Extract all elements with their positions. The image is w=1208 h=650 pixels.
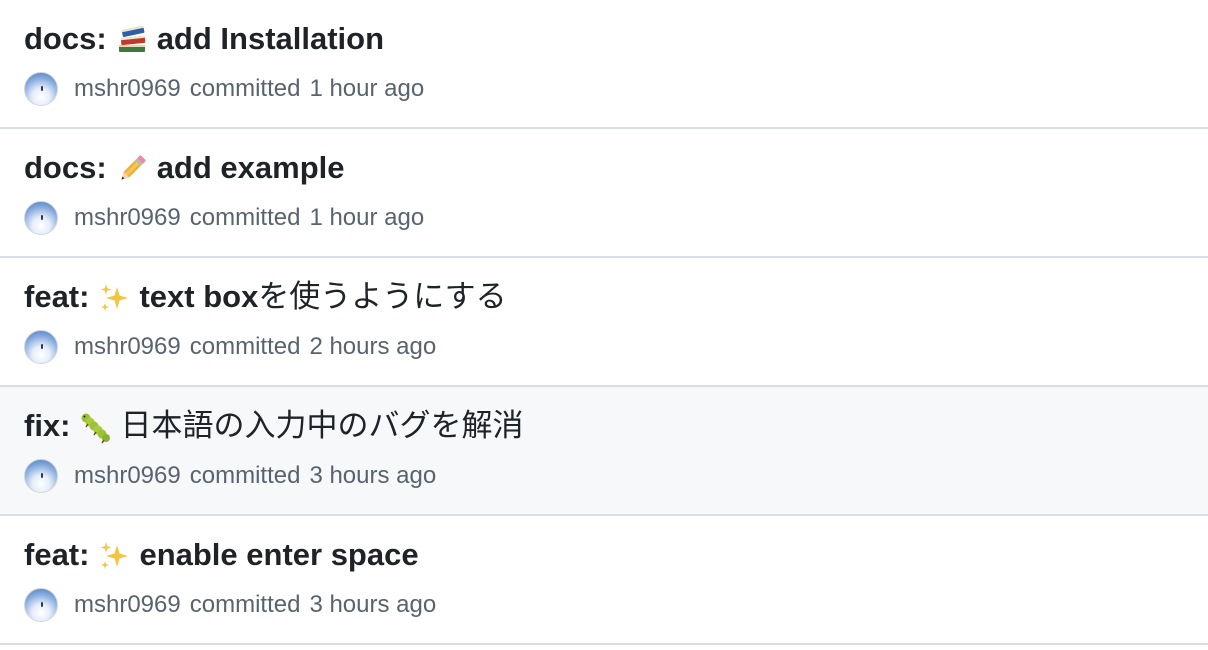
commit-verb: committed xyxy=(189,204,301,231)
commit-type-prefix: fix: xyxy=(24,408,71,443)
commit-meta: mshr0969 committed 3 hours ago xyxy=(24,588,436,622)
commit-type-prefix: docs: xyxy=(24,150,107,185)
avatar[interactable] xyxy=(24,201,58,235)
author-link[interactable]: mshr0969 xyxy=(74,204,181,232)
commit-message-latin: text box xyxy=(139,279,259,314)
sparkles-icon xyxy=(97,539,131,573)
commit-row[interactable]: feat: text boxを使うようにする mshr0969 committe… xyxy=(0,258,1208,387)
commit-title-link[interactable]: feat: enable enter space xyxy=(24,535,419,575)
commit-verb: committed xyxy=(189,75,301,102)
pencil-icon xyxy=(115,152,149,186)
books-icon xyxy=(115,23,149,57)
relative-time[interactable]: 3 hours ago xyxy=(309,462,436,490)
commit-type-prefix: docs: xyxy=(24,21,107,56)
author-link[interactable]: mshr0969 xyxy=(74,591,181,619)
avatar[interactable] xyxy=(24,72,58,106)
commit-row[interactable]: feat: enable enter space mshr0969 commit… xyxy=(0,516,1208,645)
commit-type-prefix: feat: xyxy=(24,279,90,314)
sparkles-icon xyxy=(97,281,131,315)
commit-row[interactable]: fix: 日本語の入力中のバグを解消 mshr0969 committed 3 … xyxy=(0,387,1208,516)
commit-list: docs: add Installation mshr0969 committe… xyxy=(0,0,1208,645)
commit-type-prefix: feat: xyxy=(24,537,90,572)
commit-row[interactable]: docs: add example mshr0969 committed 1 h… xyxy=(0,129,1208,258)
commit-title-link[interactable]: docs: add Installation xyxy=(24,19,384,59)
relative-time[interactable]: 1 hour ago xyxy=(309,204,424,232)
commit-verb: committed xyxy=(189,591,301,618)
relative-time[interactable]: 1 hour ago xyxy=(309,75,424,103)
commit-meta: mshr0969 committed 1 hour ago xyxy=(24,201,424,235)
commit-verb: committed xyxy=(189,462,301,489)
commit-title-link[interactable]: docs: add example xyxy=(24,148,345,188)
relative-time[interactable]: 3 hours ago xyxy=(309,591,436,619)
commit-message-japanese: 日本語の入力中のバグを解消 xyxy=(120,408,524,443)
author-link[interactable]: mshr0969 xyxy=(74,75,181,103)
commit-message: add example xyxy=(156,150,345,185)
commit-meta: mshr0969 committed 2 hours ago xyxy=(24,330,436,364)
commit-title-link[interactable]: fix: 日本語の入力中のバグを解消 xyxy=(24,406,524,446)
avatar[interactable] xyxy=(24,330,58,364)
commit-message: enable enter space xyxy=(139,537,419,572)
commit-message: text boxを使うようにする xyxy=(139,277,506,317)
commit-meta: mshr0969 committed 1 hour ago xyxy=(24,72,424,106)
commit-verb: committed xyxy=(189,333,301,360)
commit-meta: mshr0969 committed 3 hours ago xyxy=(24,459,436,493)
author-link[interactable]: mshr0969 xyxy=(74,462,181,490)
avatar[interactable] xyxy=(24,588,58,622)
commit-row[interactable]: docs: add Installation mshr0969 committe… xyxy=(0,0,1208,129)
commit-title-link[interactable]: feat: text boxを使うようにする xyxy=(24,277,507,317)
bug-icon xyxy=(79,410,113,444)
commit-message-japanese: を使うようにする xyxy=(258,279,507,314)
commit-message: 日本語の入力中のバグを解消 xyxy=(121,406,524,446)
author-link[interactable]: mshr0969 xyxy=(74,333,181,361)
relative-time[interactable]: 2 hours ago xyxy=(309,333,436,361)
avatar[interactable] xyxy=(24,459,58,493)
commit-message: add Installation xyxy=(156,21,385,56)
